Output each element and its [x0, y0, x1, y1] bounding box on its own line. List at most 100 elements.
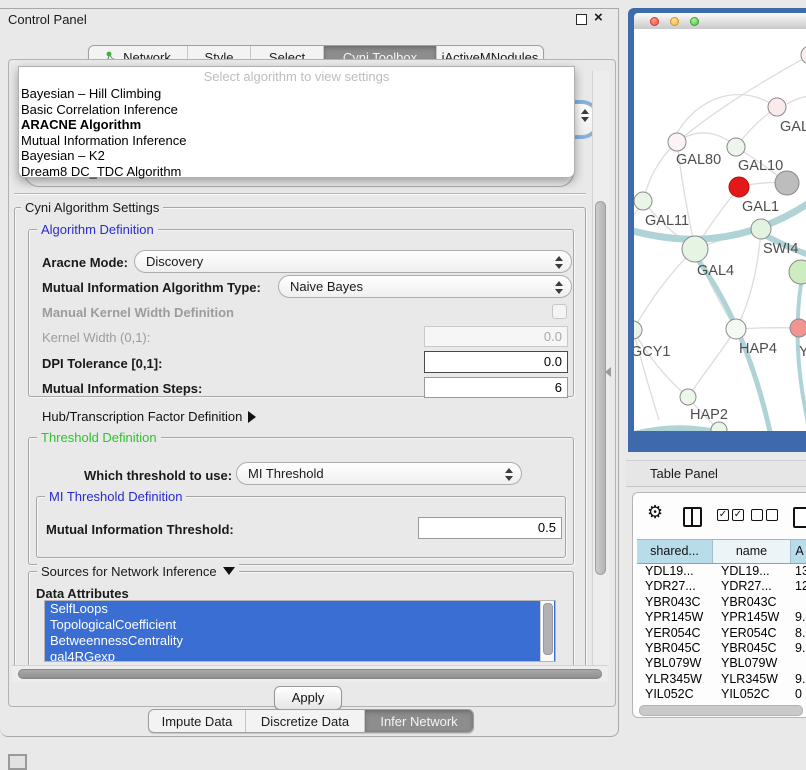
table-row[interactable]: YBR045CYBR045C9.: [637, 641, 806, 656]
kernel-width-label: Kernel Width (0,1):: [42, 330, 150, 345]
network-node-gal80[interactable]: [668, 133, 686, 151]
checkbox-unchecked-icon[interactable]: [766, 509, 778, 521]
tab-infer-network[interactable]: Infer Network: [365, 710, 473, 732]
tab-discretize-data[interactable]: Discretize Data: [246, 710, 365, 732]
network-edge[interactable]: [736, 229, 761, 329]
columns-icon[interactable]: [683, 507, 702, 527]
network-node-hap2[interactable]: [680, 389, 696, 405]
network-node-gal10[interactable]: [727, 138, 745, 156]
checkbox-unchecked-icon[interactable]: [751, 509, 763, 521]
network-edge[interactable]: [688, 329, 736, 397]
table-row[interactable]: YDL19...YDL19...13: [637, 564, 806, 579]
network-node-gal1[interactable]: [729, 177, 749, 197]
which-threshold-combo[interactable]: MI Threshold: [236, 462, 522, 485]
table-cell: YBR045C: [713, 641, 791, 656]
close-icon[interactable]: ×: [594, 9, 603, 26]
network-node-gal11[interactable]: [634, 192, 652, 210]
horizontal-scrollbar[interactable]: [12, 665, 608, 682]
attribute-item-topologicalcoefficient[interactable]: TopologicalCoefficient: [45, 617, 555, 633]
network-view-window[interactable]: GALGAL80GAL10GAL1GAL11GAL4SWI4GCY1HAP4YH…: [628, 8, 806, 452]
sources-expander[interactable]: Sources for Network Inference: [37, 564, 239, 579]
algorithm-option-basic-correlation-inference[interactable]: Basic Correlation Inference: [19, 102, 574, 118]
attribute-item-selfloops[interactable]: SelfLoops: [45, 601, 555, 617]
data-attributes-list[interactable]: SelfLoopsTopologicalCoefficientBetweenne…: [44, 600, 556, 662]
network-node-hap4[interactable]: [726, 319, 746, 339]
network-node-y[interactable]: [790, 319, 806, 337]
network-node[interactable]: [711, 422, 727, 431]
table-cell: YBR045C: [637, 641, 713, 656]
table-cell: 9.: [791, 641, 806, 656]
network-node[interactable]: [801, 46, 806, 64]
network-node[interactable]: [775, 171, 799, 195]
float-window-icon[interactable]: [576, 14, 587, 25]
hub-definition-expander[interactable]: Hub/Transcription Factor Definition: [42, 409, 256, 424]
network-edge[interactable]: [677, 95, 777, 133]
table-cell: YBL079W: [637, 656, 713, 671]
algorithm-option-bayesian-hill-climbing[interactable]: Bayesian – Hill Climbing: [19, 86, 574, 102]
list-scrollbar[interactable]: [540, 601, 554, 661]
network-edge[interactable]: [634, 249, 695, 330]
network-node-gcy1[interactable]: [634, 321, 642, 339]
table-panel-titlebar: Table Panel: [626, 460, 806, 487]
scrollbar-thumb[interactable]: [639, 705, 803, 716]
table-row[interactable]: YIL052CYIL052C0: [637, 687, 806, 701]
gear-icon[interactable]: ⚙: [647, 502, 663, 523]
apply-button[interactable]: Apply: [274, 686, 342, 710]
minimized-panel-icon[interactable]: [8, 754, 27, 770]
mi-steps-input[interactable]: 6: [424, 377, 568, 398]
table-cell: YBR043C: [637, 595, 713, 610]
table-row[interactable]: YBR043CYBR043C: [637, 595, 806, 610]
network-node-gal[interactable]: [768, 98, 786, 116]
mi-threshold-input[interactable]: 0.5: [418, 517, 562, 539]
network-node[interactable]: [789, 260, 806, 284]
algorithm-option-aracne-algorithm[interactable]: ARACNE Algorithm: [19, 117, 574, 133]
checkbox-checked-icon[interactable]: ✓: [732, 509, 744, 521]
network-node-swi4[interactable]: [751, 219, 771, 239]
scrollbar-thumb[interactable]: [18, 669, 602, 679]
scrollbar-thumb[interactable]: [543, 603, 553, 655]
close-traffic-light-icon[interactable]: [650, 17, 659, 26]
network-canvas[interactable]: GALGAL80GAL10GAL1GAL11GAL4SWI4GCY1HAP4YH…: [634, 29, 806, 431]
zoom-traffic-light-icon[interactable]: [690, 17, 699, 26]
aracne-mode-combo[interactable]: Discovery: [134, 250, 572, 273]
table-row[interactable]: YPR145WYPR145W9.: [637, 610, 806, 625]
node-label: GCY1: [634, 344, 671, 360]
aracne-mode-label: Aracne Mode:: [42, 255, 128, 270]
table-row[interactable]: YER054CYER054C8.: [637, 626, 806, 641]
column-header-shared[interactable]: shared...: [637, 540, 713, 563]
tab-impute-data[interactable]: Impute Data: [149, 710, 246, 732]
manual-kernel-width-checkbox[interactable]: [552, 304, 567, 319]
checkbox-checked-icon[interactable]: ✓: [717, 509, 729, 521]
dpi-tolerance-input[interactable]: 0.0: [424, 351, 568, 373]
attribute-item-gal4rgexp[interactable]: gal4RGexp: [45, 649, 555, 662]
algorithm-option-dream8-dc-tdc-algorithm[interactable]: Dream8 DC_TDC Algorithm: [19, 164, 574, 180]
split-collapse-arrow-icon[interactable]: [605, 367, 611, 377]
node-label: GAL1: [742, 199, 779, 215]
algorithm-option-mutual-information-inference[interactable]: Mutual Information Inference: [19, 133, 574, 149]
node-label: GAL10: [738, 158, 783, 174]
table-cell: 9.: [791, 672, 806, 687]
mi-algorithm-type-combo[interactable]: Naive Bayes: [278, 275, 572, 298]
network-edge[interactable]: [787, 96, 806, 104]
table-row[interactable]: YDR27...YDR27...12: [637, 579, 806, 594]
which-threshold-label: Which threshold to use:: [84, 468, 232, 483]
network-window-titlebar[interactable]: [634, 13, 806, 30]
attribute-item-betweennesscentrality[interactable]: BetweennessCentrality: [45, 633, 555, 649]
import-table-icon[interactable]: [793, 507, 806, 528]
expand-down-icon: [223, 567, 235, 575]
algorithm-option-bayesian-k2[interactable]: Bayesian – K2: [19, 148, 574, 164]
node-label: GAL11: [645, 213, 689, 229]
table-horizontal-scrollbar[interactable]: [637, 704, 806, 716]
column-header-name[interactable]: name: [713, 540, 791, 563]
minimize-traffic-light-icon[interactable]: [670, 17, 679, 26]
scrollbar-thumb[interactable]: [595, 201, 606, 575]
kernel-width-input[interactable]: 0.0: [424, 326, 568, 347]
column-header-a[interactable]: A: [791, 540, 806, 563]
network-node-gal4[interactable]: [682, 236, 708, 262]
network-edge[interactable]: [643, 142, 677, 201]
table-row[interactable]: YLR345WYLR345W9.: [637, 672, 806, 687]
node-label: Y: [799, 344, 806, 360]
group-title: Threshold Definition: [37, 430, 161, 445]
table-row[interactable]: YBL079WYBL079W: [637, 656, 806, 671]
tab-label: Impute Data: [162, 714, 233, 729]
